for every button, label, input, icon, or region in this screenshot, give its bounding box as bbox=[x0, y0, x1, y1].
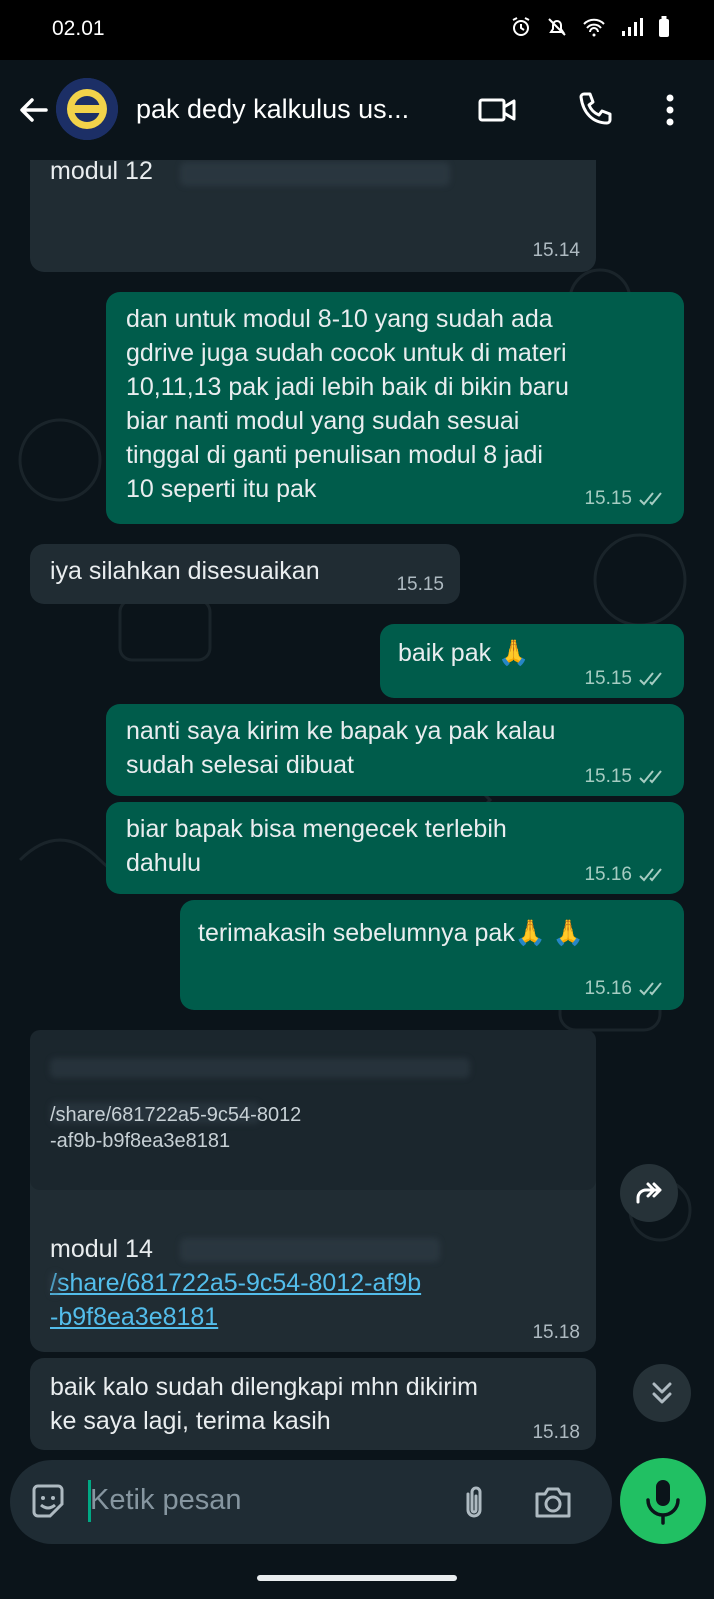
message-time: 15.18 bbox=[532, 1422, 580, 1443]
outgoing-message[interactable]: biar bapak bisa mengecek terlebih dahulu… bbox=[106, 802, 684, 894]
read-ticks-icon bbox=[639, 672, 662, 686]
redacted-content bbox=[180, 162, 450, 186]
redacted-content bbox=[50, 1272, 60, 1296]
message-text: terimakasih sebelumnya pak🙏 🙏 bbox=[198, 919, 585, 947]
more-vert-icon[interactable] bbox=[648, 88, 692, 132]
chat-title[interactable]: pak dedy kalkulus us... bbox=[136, 94, 409, 125]
back-arrow-icon[interactable] bbox=[14, 90, 54, 130]
sticker-icon[interactable] bbox=[28, 1482, 68, 1522]
scroll-down-icon bbox=[652, 1382, 672, 1404]
message-time: 15.16 bbox=[584, 978, 632, 999]
status-icons bbox=[510, 16, 670, 38]
message-text: iya silahkan disesuaikan bbox=[50, 557, 320, 585]
alarm-icon bbox=[512, 17, 530, 36]
phone-icon[interactable] bbox=[574, 88, 618, 132]
message-time: 15.15 bbox=[584, 668, 632, 689]
redacted-content bbox=[50, 1058, 470, 1078]
avatar[interactable] bbox=[56, 78, 118, 140]
message-text: baik kalo sudah dilengkapi mhn dikirim k… bbox=[50, 1373, 479, 1435]
incoming-message[interactable]: baik kalo sudah dilengkapi mhn dikirim k… bbox=[30, 1358, 596, 1450]
outgoing-message[interactable]: baik pak 🙏 15.15 bbox=[380, 624, 684, 698]
read-ticks-icon bbox=[639, 492, 662, 506]
message-composer: Ketik pesan bbox=[10, 1460, 612, 1544]
message-time: 15.15 bbox=[396, 574, 444, 595]
message-meta: 15.16 bbox=[584, 978, 668, 1000]
outgoing-message[interactable]: nanti saya kirim ke bapak ya pak kalau s… bbox=[106, 704, 684, 796]
forward-icon bbox=[636, 1182, 662, 1204]
mic-icon bbox=[646, 1480, 680, 1525]
message-text: modul 14 bbox=[50, 1235, 153, 1263]
read-ticks-icon bbox=[639, 770, 662, 784]
message-meta: 15.18 bbox=[532, 1422, 580, 1444]
message-input[interactable]: Ketik pesan bbox=[90, 1484, 242, 1517]
message-meta: 15.14 bbox=[532, 240, 580, 262]
header-shadow bbox=[0, 140, 714, 160]
read-ticks-icon bbox=[639, 868, 662, 882]
message-time: 15.14 bbox=[532, 240, 580, 261]
link-preview[interactable]: /share/681722a5-9c54-8012 -af9b-b9f8ea3e… bbox=[30, 1030, 596, 1190]
message-meta: 15.16 bbox=[584, 864, 668, 886]
message-time: 15.16 bbox=[584, 864, 632, 885]
outgoing-message[interactable]: terimakasih sebelumnya pak🙏 🙏 15.16 bbox=[180, 900, 684, 1010]
video-call-icon[interactable] bbox=[476, 88, 520, 132]
message-time: 15.15 bbox=[584, 488, 632, 509]
clock: 02.01 bbox=[52, 17, 105, 40]
message-meta: 15.15 bbox=[584, 488, 668, 510]
gesture-nav-bar[interactable] bbox=[257, 1575, 457, 1581]
message-meta: 15.15 bbox=[584, 766, 668, 788]
link-preview-url: /share/681722a5-9c54-8012 -af9b-b9f8ea3e… bbox=[50, 1104, 302, 1152]
forward-button[interactable] bbox=[620, 1164, 678, 1222]
message-text: biar bapak bisa mengecek terlebih dahulu bbox=[126, 815, 507, 877]
attach-icon[interactable] bbox=[454, 1482, 494, 1522]
bell-off-icon bbox=[548, 18, 566, 36]
message-meta: 15.18 bbox=[532, 1322, 580, 1344]
incoming-message[interactable]: iya silahkan disesuaikan 15.15 bbox=[30, 544, 460, 604]
battery-icon bbox=[659, 16, 669, 37]
signal-icon bbox=[622, 18, 643, 36]
message-text: baik pak 🙏 bbox=[398, 639, 530, 667]
message-time: 15.15 bbox=[584, 766, 632, 787]
camera-icon[interactable] bbox=[532, 1482, 574, 1522]
wifi-icon bbox=[583, 18, 605, 37]
message-link[interactable]: /share/681722a5-9c54-8012-af9b -b9f8ea3e… bbox=[50, 1266, 421, 1334]
message-text: nanti saya kirim ke bapak ya pak kalau s… bbox=[126, 717, 556, 779]
message-text: dan untuk modul 8-10 yang sudah ada gdri… bbox=[126, 305, 569, 503]
message-meta: 15.15 bbox=[584, 668, 668, 690]
message-time: 15.18 bbox=[532, 1322, 580, 1343]
message-meta: 15.15 bbox=[396, 574, 444, 596]
voice-record-button[interactable] bbox=[620, 1458, 706, 1544]
outgoing-message[interactable]: dan untuk modul 8-10 yang sudah ada gdri… bbox=[106, 292, 684, 524]
scroll-down-button[interactable] bbox=[633, 1364, 691, 1422]
redacted-content bbox=[180, 1238, 440, 1262]
read-ticks-icon bbox=[639, 982, 662, 996]
status-bar: 02.01 bbox=[0, 0, 714, 60]
